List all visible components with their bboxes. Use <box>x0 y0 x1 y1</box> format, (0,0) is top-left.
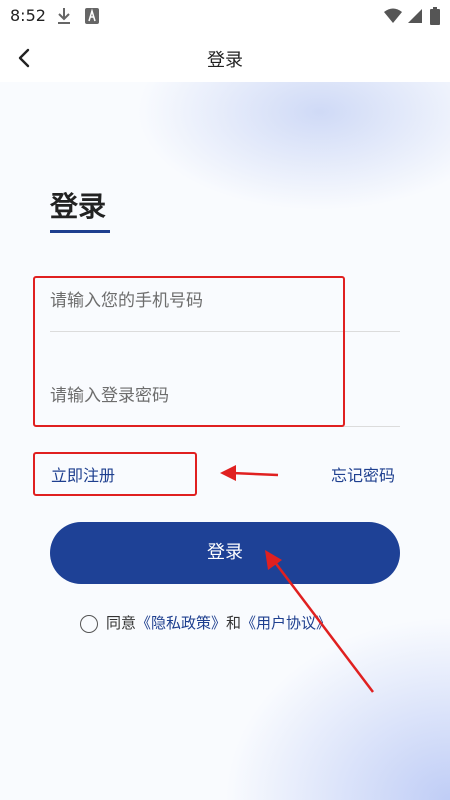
arrow-to-login-button <box>265 550 374 693</box>
annotation-arrows <box>220 465 374 693</box>
arrow-to-register <box>220 465 279 481</box>
